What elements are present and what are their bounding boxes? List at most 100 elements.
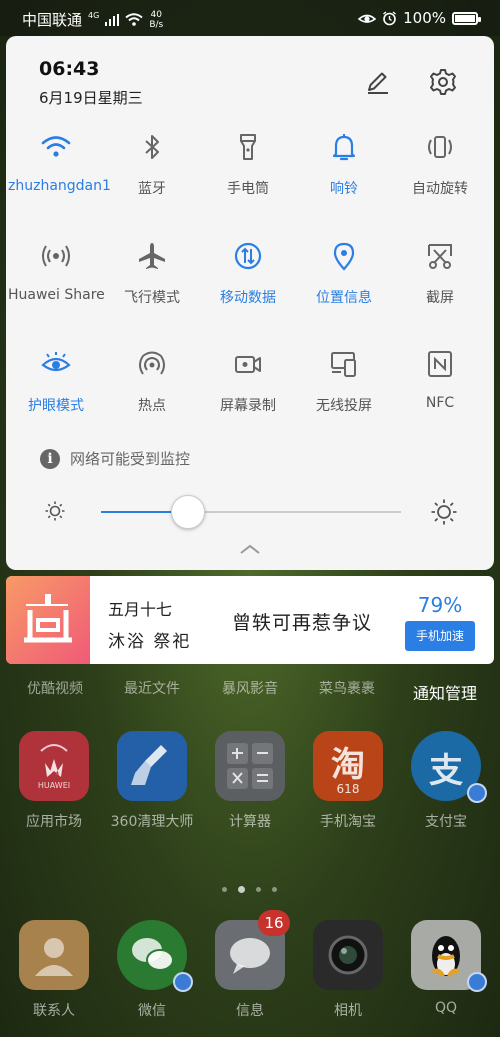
tile-eye-comfort[interactable]: 护眼模式 — [8, 349, 104, 439]
net-speed: 40 B/s — [149, 10, 163, 30]
taobao-icon: 淘 618 — [313, 731, 383, 801]
memory-percent: 79% — [417, 593, 463, 617]
alarm-icon — [383, 10, 397, 25]
app-360-cleaner[interactable] — [117, 731, 187, 801]
clock-date: 6月19日星期三 — [39, 89, 143, 107]
tile-ring[interactable]: 响铃 — [296, 132, 392, 222]
app-huawei-appgallery[interactable]: HUAWEI — [19, 731, 89, 801]
app-taobao[interactable]: 淘 618 — [313, 731, 383, 801]
app-calculator[interactable] — [215, 731, 285, 801]
location-icon — [333, 242, 355, 271]
app-label: 手机淘宝 — [320, 814, 376, 830]
app-label: 信息 — [236, 1003, 264, 1019]
home-app-label[interactable]: 暴风影音 — [202, 678, 298, 698]
contacts-icon — [35, 938, 73, 976]
mobile-data-icon — [234, 242, 262, 270]
network-type: 4G — [88, 11, 100, 20]
tile-bluetooth[interactable]: 蓝牙 — [104, 132, 200, 222]
carrier-name: 中国联通 — [22, 11, 83, 29]
net-speed-unit: B/s — [149, 19, 164, 30]
nfc-icon — [428, 351, 452, 377]
tile-label: 响铃 — [330, 181, 358, 197]
page-indicator — [222, 886, 277, 893]
gear-icon[interactable] — [428, 67, 458, 97]
home-app-label[interactable]: 最近文件 — [104, 678, 200, 698]
tile-airplane[interactable]: 飞行模式 — [104, 241, 200, 331]
signal-icon — [105, 13, 120, 26]
battery-percent: 100% — [403, 9, 446, 27]
airplane-icon — [139, 243, 165, 269]
tile-screen-record[interactable]: 屏幕录制 — [200, 349, 296, 439]
home-app-label[interactable]: 菜鸟裹裹 — [299, 678, 395, 698]
info-icon: i — [40, 448, 60, 469]
tile-label: 手电筒 — [227, 181, 269, 197]
notification-card[interactable]: 五月十七 沐浴 祭祀 曾轶可再惹争议 79% 手机加速 — [6, 576, 494, 664]
network-monitor-notice[interactable]: i 网络可能受到监控 — [40, 448, 190, 469]
security-shield-icon — [467, 972, 487, 992]
page-dot-current — [238, 886, 245, 893]
app-label: 相机 — [334, 1003, 362, 1019]
broom-icon — [131, 745, 167, 785]
screen-record-icon — [235, 356, 261, 373]
app-label: 联系人 — [33, 1003, 75, 1019]
bluetooth-icon — [145, 135, 159, 159]
unread-badge: 16 — [258, 910, 290, 936]
app-camera[interactable] — [313, 920, 383, 990]
huawei-share-icon — [42, 245, 70, 267]
tile-mobile-data[interactable]: 移动数据 — [200, 241, 296, 331]
tile-wireless-projection[interactable]: 无线投屏 — [296, 349, 392, 439]
wifi-status-icon — [125, 13, 143, 26]
brightness-high-icon — [431, 499, 457, 525]
app-label: 微信 — [138, 1003, 166, 1019]
tile-label: NFC — [425, 395, 455, 411]
phone-boost-button[interactable]: 手机加速 — [405, 621, 475, 651]
collapse-chevron-icon[interactable] — [238, 542, 262, 556]
tile-label: 位置信息 — [316, 290, 372, 306]
tile-label: 自动旋转 — [412, 181, 468, 197]
brightness-slider[interactable] — [101, 495, 401, 529]
edit-icon[interactable] — [362, 67, 392, 97]
brightness-thumb[interactable] — [171, 495, 205, 529]
appgallery-logo-text: HUAWEI — [37, 781, 71, 790]
tile-flashlight[interactable]: 手电筒 — [200, 132, 296, 222]
tile-label: 无线投屏 — [316, 398, 372, 414]
status-left: 中国联通 4G 40 B/s — [22, 9, 163, 30]
tile-auto-rotate[interactable]: 自动旋转 — [392, 132, 488, 222]
tile-wifi[interactable]: zhuzhangdan1 — [8, 132, 111, 222]
calendar-art — [6, 576, 90, 664]
app-label: QQ — [434, 1000, 458, 1016]
status-right: 100% — [358, 9, 481, 27]
tile-label: 热点 — [138, 398, 166, 414]
clock-time: 06:43 — [39, 58, 100, 80]
flashlight-icon — [240, 134, 256, 160]
tile-nfc[interactable]: NFC — [392, 349, 488, 439]
notification-manage-button[interactable]: 通知管理 — [400, 680, 490, 704]
brightness-low-icon — [45, 501, 65, 521]
tile-huawei-share[interactable]: Huawei Share — [8, 241, 105, 331]
home-app-label[interactable]: 优酷视频 — [7, 678, 103, 698]
security-shield-icon — [467, 783, 487, 803]
tile-label: zhuzhangdan1 — [8, 178, 111, 194]
battery-icon — [452, 11, 481, 25]
tile-location[interactable]: 位置信息 — [296, 241, 392, 331]
tile-label: Huawei Share — [8, 287, 105, 303]
tile-screenshot[interactable]: 截屏 — [392, 241, 488, 331]
notice-text: 网络可能受到监控 — [70, 450, 191, 468]
camera-icon — [328, 935, 368, 975]
lunar-date: 五月十七 — [108, 600, 173, 619]
hotspot-icon — [139, 351, 165, 375]
page-dot — [272, 887, 277, 892]
bell-icon — [332, 134, 356, 161]
quick-settings-panel: 06:43 6月19日星期三 zhuzhangdan1 蓝牙 手电筒 响铃 自动… — [6, 36, 494, 570]
security-shield-icon — [173, 972, 193, 992]
tile-hotspot[interactable]: 热点 — [104, 349, 200, 439]
wireless-projection-icon — [331, 352, 356, 377]
tile-label: 移动数据 — [220, 290, 276, 306]
news-headline[interactable]: 曾轶可再惹争议 — [232, 608, 372, 635]
eye-comfort-status-icon — [358, 14, 377, 23]
wifi-icon — [41, 136, 71, 157]
almanac-activities: 沐浴 祭祀 — [108, 632, 192, 652]
app-contacts[interactable] — [19, 920, 89, 990]
app-label: 支付宝 — [425, 814, 467, 830]
calendar-icon — [24, 594, 72, 643]
